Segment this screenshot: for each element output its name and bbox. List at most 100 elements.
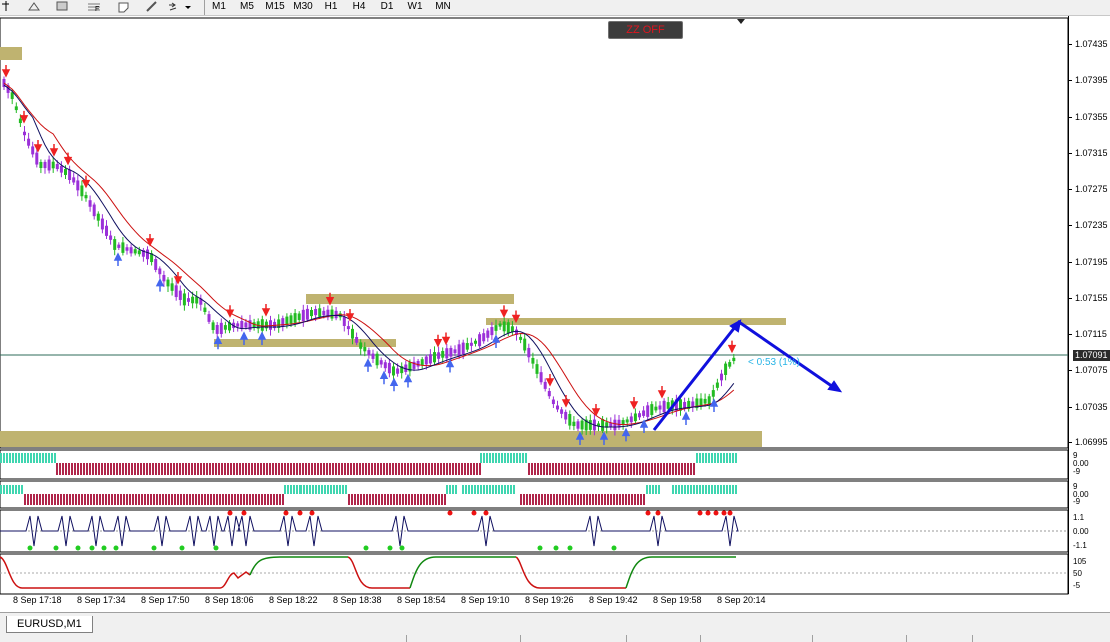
candle-body bbox=[551, 399, 555, 405]
candle-body bbox=[650, 404, 654, 415]
projection-pattern-line bbox=[652, 319, 837, 431]
histogram-up-bar bbox=[318, 485, 320, 494]
histogram-up-bar bbox=[6, 453, 8, 463]
candle-body bbox=[441, 350, 445, 358]
histogram-up-bar bbox=[708, 485, 710, 494]
demand-zone bbox=[214, 339, 396, 347]
histogram-up-bar bbox=[446, 485, 448, 494]
histogram-down-bar bbox=[255, 494, 257, 505]
histogram-up-bar bbox=[714, 485, 716, 494]
histogram-down-bar bbox=[197, 463, 199, 475]
histogram-down-bar bbox=[381, 494, 383, 505]
histogram-down-bar bbox=[147, 494, 149, 505]
histogram-down-bar bbox=[194, 463, 196, 475]
histogram-down-bar bbox=[479, 463, 481, 475]
histogram-down-bar bbox=[161, 463, 163, 475]
histogram-down-bar bbox=[119, 463, 121, 475]
histogram-up-bar bbox=[15, 485, 17, 494]
histogram-up-bar bbox=[675, 485, 677, 494]
histogram-down-bar bbox=[332, 463, 334, 475]
candle-body bbox=[10, 92, 14, 99]
histogram-down-bar bbox=[150, 494, 152, 505]
histogram-up-bar bbox=[705, 453, 707, 463]
histogram-down-bar bbox=[583, 494, 585, 505]
supply-zone bbox=[306, 294, 514, 304]
histogram-down-bar bbox=[167, 463, 169, 475]
histogram-up-bar bbox=[27, 453, 29, 463]
histogram-down-bar bbox=[657, 463, 659, 475]
oscillator-buy-dot bbox=[151, 545, 157, 551]
line-tick: 50 bbox=[1073, 569, 1082, 578]
candle-body bbox=[724, 363, 728, 375]
candle-body bbox=[162, 274, 166, 282]
histogram-down-bar bbox=[75, 494, 77, 505]
histogram-up-bar bbox=[525, 453, 527, 463]
histogram-down-bar bbox=[630, 463, 632, 475]
histogram-down-bar bbox=[426, 494, 428, 505]
histogram-down-bar bbox=[231, 494, 233, 505]
time-label: 8 Sep 19:58 bbox=[653, 595, 702, 605]
histogram-down-bar bbox=[122, 463, 124, 475]
histogram-down-bar bbox=[182, 463, 184, 475]
histogram-down-bar bbox=[543, 463, 545, 475]
price-tick: 1.07195 bbox=[1068, 257, 1110, 267]
histogram-up-bar bbox=[465, 485, 467, 494]
histogram-down-bar bbox=[86, 463, 88, 475]
candle-body bbox=[568, 414, 572, 426]
histogram-up-bar bbox=[723, 453, 725, 463]
histogram-down-bar bbox=[690, 463, 692, 475]
time-label: 8 Sep 17:50 bbox=[141, 595, 190, 605]
histogram-down-bar bbox=[326, 463, 328, 475]
histogram-up-bar bbox=[726, 485, 728, 494]
histogram-down-bar bbox=[351, 494, 353, 505]
candle-body bbox=[519, 336, 523, 340]
histogram-up-bar bbox=[30, 453, 32, 463]
histogram-up-bar bbox=[452, 485, 454, 494]
candle-body bbox=[240, 321, 244, 329]
histogram-down-bar bbox=[672, 463, 674, 475]
histogram-up-bar bbox=[306, 485, 308, 494]
histogram-up-bar bbox=[3, 485, 5, 494]
oscillator-buy-dot bbox=[179, 545, 185, 551]
histogram-down-bar bbox=[553, 494, 555, 505]
chart-area[interactable] bbox=[0, 0, 1110, 612]
oscillator-buy-dot bbox=[213, 545, 219, 551]
histogram-up-bar bbox=[342, 485, 344, 494]
histogram-down-bar bbox=[335, 463, 337, 475]
candle-body bbox=[658, 405, 662, 410]
status-cell bbox=[626, 635, 627, 642]
histogram-down-bar bbox=[350, 463, 352, 475]
candle-body bbox=[465, 343, 469, 350]
histogram-down-bar bbox=[65, 463, 67, 475]
time-label: 8 Sep 20:14 bbox=[717, 595, 766, 605]
histogram-up-bar bbox=[646, 485, 648, 494]
histogram-down-bar bbox=[42, 494, 44, 505]
candle-body bbox=[457, 344, 461, 357]
histogram-down-bar bbox=[411, 494, 413, 505]
histogram-up-bar bbox=[732, 453, 734, 463]
chart-tab-eurusd[interactable]: EURUSD,M1 bbox=[6, 616, 93, 633]
histogram-up-bar bbox=[690, 485, 692, 494]
oscillator-buy-dot bbox=[399, 545, 405, 551]
candle-body bbox=[367, 350, 371, 356]
candle-body bbox=[416, 360, 420, 367]
zz-off-button[interactable]: ZZ OFF bbox=[608, 21, 683, 39]
histogram-up-bar bbox=[9, 453, 11, 463]
histogram-down-bar bbox=[429, 494, 431, 505]
histogram-down-bar bbox=[359, 463, 361, 475]
histogram-down-bar bbox=[562, 494, 564, 505]
histogram-up-bar bbox=[723, 485, 725, 494]
histogram-up-bar bbox=[284, 485, 286, 494]
histogram-down-bar bbox=[529, 494, 531, 505]
sell-arrow-icon bbox=[561, 395, 571, 408]
candle-body bbox=[121, 242, 125, 253]
histogram-down-bar bbox=[258, 494, 260, 505]
histogram-up-bar bbox=[21, 485, 23, 494]
histogram-up-bar bbox=[54, 453, 56, 463]
candle-body bbox=[523, 338, 527, 351]
histogram-down-bar bbox=[36, 494, 38, 505]
candle-body bbox=[92, 204, 96, 217]
candle-body bbox=[18, 118, 22, 124]
histogram-down-bar bbox=[90, 494, 92, 505]
candle-body bbox=[269, 320, 272, 330]
